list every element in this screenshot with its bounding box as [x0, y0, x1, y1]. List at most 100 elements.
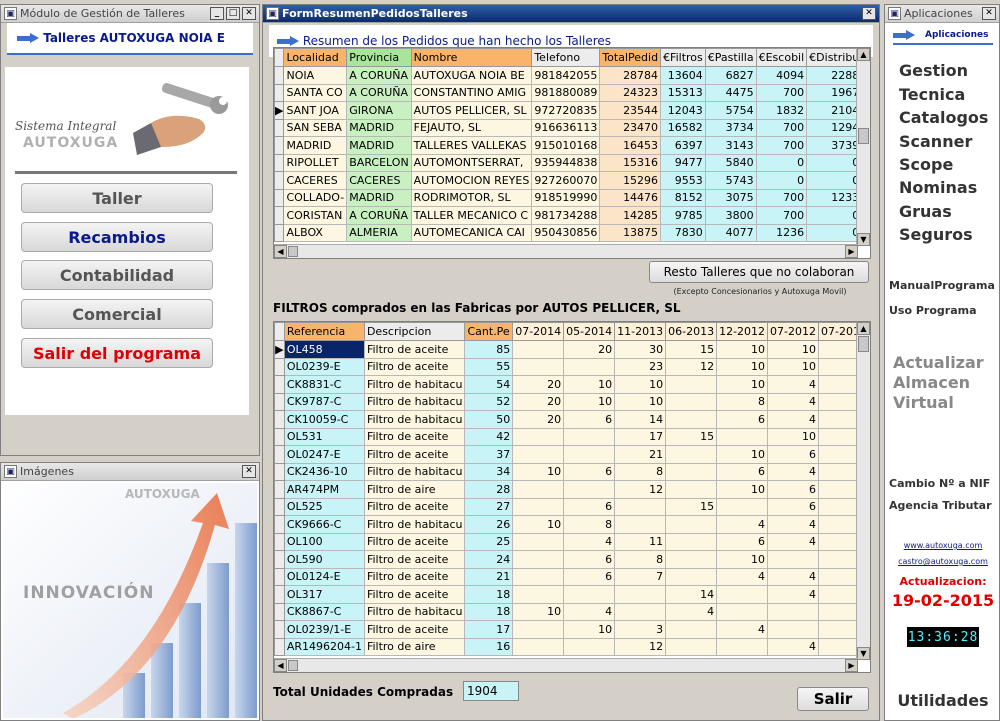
table-row[interactable]: CK9787-C Filtro de habitacu 52 20 10 10 8 4	[274, 392, 870, 411]
table-cell[interactable]	[512, 357, 565, 376]
table-row[interactable]: OL100 Filtro de aceite 25 4 11 6 4	[274, 532, 870, 551]
table-cell[interactable]: Filtro de habitacu	[363, 392, 466, 411]
table-cell[interactable]: CK8831-C	[283, 375, 365, 394]
table-cell[interactable]: 10	[767, 340, 820, 359]
table-cell[interactable]: 12	[614, 480, 667, 499]
table-cell[interactable]: CK9787-C	[283, 392, 365, 411]
table-cell[interactable]: AUTOXUGA NOIA BE	[410, 66, 533, 85]
table-cell[interactable]: 9785	[660, 206, 706, 225]
table-cell[interactable]: 10	[716, 340, 769, 359]
table-cell[interactable]: 6	[563, 410, 616, 429]
recambios-button[interactable]: Recambios	[21, 222, 213, 252]
column-header[interactable]: €Escobil	[755, 48, 808, 67]
table-cell[interactable]: 55	[464, 357, 514, 376]
table-cell[interactable]	[512, 585, 565, 604]
table-cell[interactable]: 0	[755, 171, 808, 190]
table-cell[interactable]: 6	[716, 532, 769, 551]
table-cell[interactable]: RIPOLLET	[283, 153, 348, 172]
table-cell[interactable]: GIRONA	[346, 101, 412, 120]
table-cell[interactable]: OL0247-E	[283, 445, 365, 464]
table-row[interactable]: SANTA CO A CORUÑA CONSTANTINO AMIG 98188008…	[274, 83, 870, 102]
table-cell[interactable]	[512, 340, 565, 359]
table-row[interactable]: CK2436-10 Filtro de habitacu 34 10 6 8 6 4	[274, 462, 870, 481]
table-cell[interactable]: 4	[767, 567, 820, 586]
table-row[interactable]: CK10059-C Filtro de habitacu 50 20 6 14 6 4	[274, 410, 870, 429]
maximize-button[interactable]: □	[226, 7, 240, 20]
table-cell[interactable]: Filtro de aceite	[363, 585, 466, 604]
table-cell[interactable]: 34	[464, 462, 514, 481]
table-row[interactable]: CORISTAN A CORUÑA TALLER MECANICO C 9817342…	[274, 206, 870, 225]
table-cell[interactable]: 700	[755, 83, 808, 102]
table-cell[interactable]: 10	[512, 515, 565, 534]
table-cell[interactable]: 10	[614, 392, 667, 411]
row-selector[interactable]	[274, 462, 285, 481]
table-cell[interactable]: 6	[563, 497, 616, 516]
row-selector[interactable]	[274, 357, 285, 376]
close-button[interactable]: ✕	[242, 465, 256, 478]
table-cell[interactable]: 10	[614, 375, 667, 394]
table-cell[interactable]: 4094	[755, 66, 808, 85]
table-cell[interactable]	[665, 392, 718, 411]
table-cell[interactable]: 30	[614, 340, 667, 359]
table-cell[interactable]: 16582	[660, 118, 706, 137]
scroll-thumb[interactable]	[288, 660, 298, 671]
table-cell[interactable]: 700	[755, 136, 808, 155]
table-cell[interactable]: 3739	[806, 136, 863, 155]
table-cell[interactable]: Filtro de aceite	[363, 445, 466, 464]
table-cell[interactable]	[512, 550, 565, 569]
column-header[interactable]: Provincia	[346, 48, 412, 67]
table-cell[interactable]: 4077	[704, 223, 757, 242]
minimize-button[interactable]: _	[210, 7, 224, 20]
row-selector[interactable]	[274, 497, 285, 516]
table-cell[interactable]: 13875	[599, 223, 662, 242]
table-cell[interactable]: 28	[464, 480, 514, 499]
table-cell[interactable]: 14	[665, 585, 718, 604]
table-cell[interactable]: COLLADO-	[283, 188, 348, 207]
table-cell[interactable]: 6827	[704, 66, 757, 85]
left-titlebar[interactable]: ▣ Módulo de Gestión de Talleres _ □ ✕	[1, 5, 259, 23]
table-cell[interactable]	[512, 480, 565, 499]
actualizar-almacen-button[interactable]: Actualizar Almacen Virtual	[893, 353, 984, 413]
table-cell[interactable]: 7830	[660, 223, 706, 242]
table-cell[interactable]	[767, 602, 820, 621]
table-cell[interactable]: 3075	[704, 188, 757, 207]
table-row[interactable]: OL525 Filtro de aceite 27 6 15 6	[274, 497, 870, 516]
table-cell[interactable]: 16453	[599, 136, 662, 155]
column-header[interactable]: €Filtros	[660, 48, 706, 67]
table-cell[interactable]: Filtro de aceite	[363, 357, 466, 376]
table-cell[interactable]: 23	[614, 357, 667, 376]
table-cell[interactable]: TALLERES VALLEKAS	[410, 136, 533, 155]
table-cell[interactable]: 1294	[806, 118, 863, 137]
scroll-thumb[interactable]	[288, 246, 298, 257]
table-cell[interactable]: 54	[464, 375, 514, 394]
table-cell[interactable]: 0	[755, 153, 808, 172]
table-cell[interactable]: 52	[464, 392, 514, 411]
table-cell[interactable]: 11	[614, 532, 667, 551]
row-selector[interactable]	[274, 637, 285, 656]
scroll-up-icon[interactable]: ▲	[857, 48, 870, 61]
nav-scope[interactable]: Scope	[899, 155, 953, 174]
row-selector[interactable]	[274, 223, 285, 242]
row-selector[interactable]	[274, 410, 285, 429]
row-selector[interactable]: ▶	[274, 101, 285, 120]
table-cell[interactable]	[563, 445, 616, 464]
table-cell[interactable]: 8	[563, 515, 616, 534]
table-cell[interactable]	[665, 375, 718, 394]
table-cell[interactable]: 10	[512, 602, 565, 621]
table-cell[interactable]: 10	[563, 392, 616, 411]
column-header[interactable]: €Distribu	[806, 48, 863, 67]
images-titlebar[interactable]: ▣ Imágenes ✕	[1, 463, 259, 481]
table-cell[interactable]: ALBOX	[283, 223, 348, 242]
table-cell[interactable]	[716, 585, 769, 604]
table-cell[interactable]: A CORUÑA	[346, 83, 412, 102]
table-cell[interactable]: CK10059-C	[283, 410, 365, 429]
table-cell[interactable]: 9553	[660, 171, 706, 190]
table-cell[interactable]	[665, 637, 718, 656]
table-cell[interactable]	[716, 637, 769, 656]
scroll-right-icon[interactable]: ▶	[845, 659, 858, 672]
table-cell[interactable]: OL317	[283, 585, 365, 604]
table-cell[interactable]: 5754	[704, 101, 757, 120]
table-cell[interactable]: AR1496204-1	[283, 637, 365, 656]
uso-programa-link[interactable]: Uso Programa	[889, 304, 977, 317]
table-cell[interactable]: 8152	[660, 188, 706, 207]
